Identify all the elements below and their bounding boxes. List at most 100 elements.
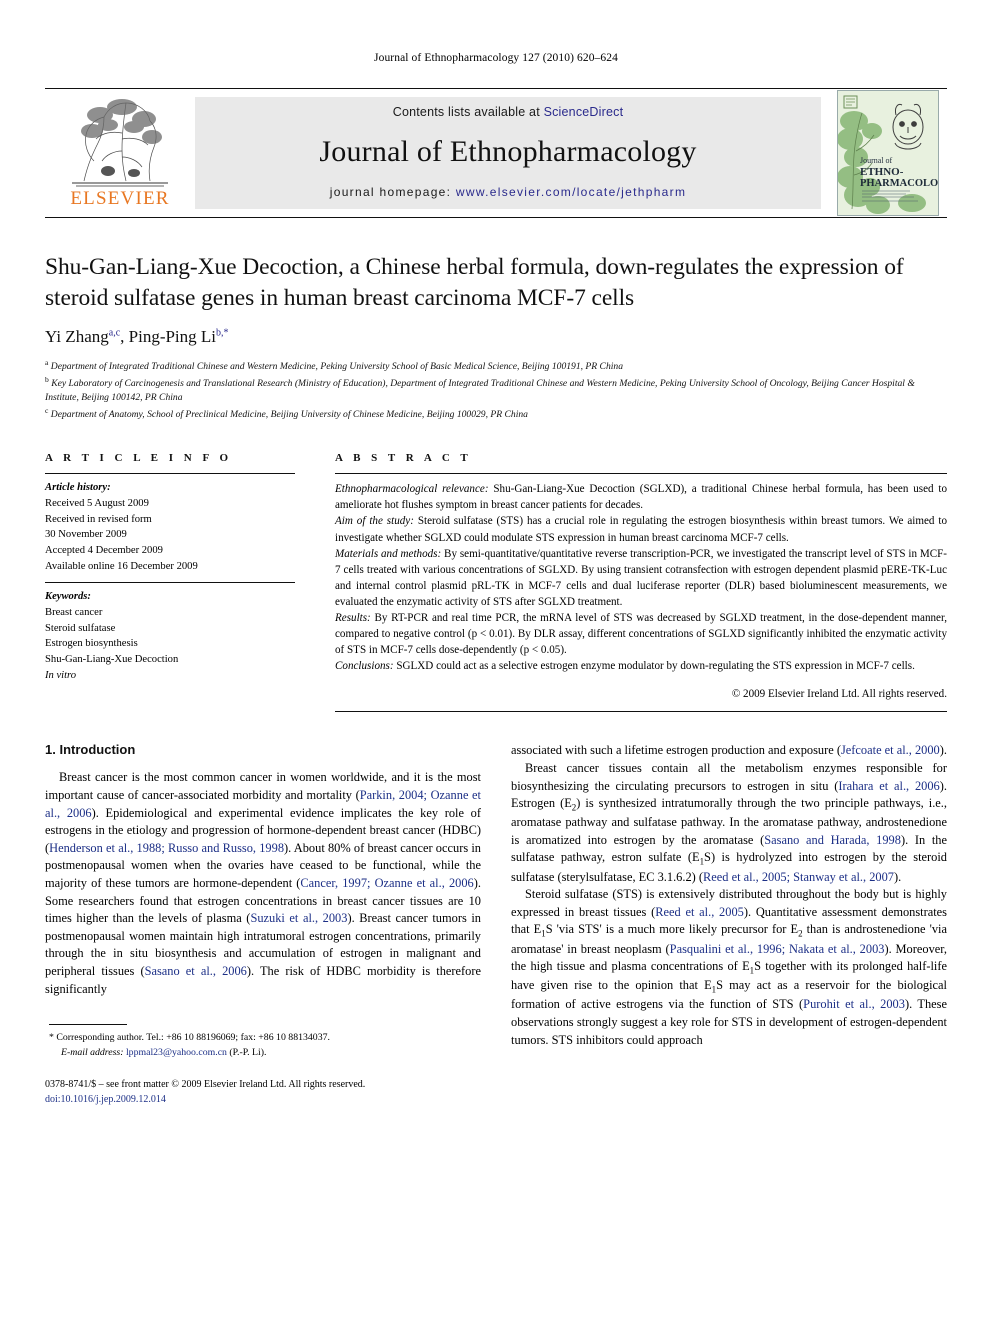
imprint-block: 0378-8741/$ – see front matter © 2009 El… [45, 1077, 481, 1107]
subscript: 2 [798, 928, 803, 939]
abstract-heading: A B S T R A C T [335, 452, 472, 465]
svg-text:PHARMACOLOGY: PHARMACOLOGY [860, 178, 938, 189]
citation-ref[interactable]: Suzuki et al., 2003 [250, 911, 347, 925]
abstract-copyright: © 2009 Elsevier Ireland Ltd. All rights … [731, 688, 947, 701]
journal-banner: Contents lists available at ScienceDirec… [195, 97, 821, 209]
author-separator: , [120, 327, 129, 347]
footnote-block: * Corresponding author. Tel.: +86 10 881… [45, 1031, 481, 1060]
author-0: Yi Zhanga,c [45, 327, 120, 346]
author-list: Yi Zhanga,c, Ping-Ping Lib,* [45, 327, 947, 347]
abstract-lead-3: Results: [335, 611, 371, 624]
affiliation-c: c Department of Anatomy, School of Precl… [45, 405, 947, 422]
article-history-label: Article history: [45, 482, 111, 494]
elsevier-wordmark: ELSEVIER [70, 188, 170, 209]
keyword-4: In vitro [45, 669, 77, 681]
subscript: 1 [541, 928, 546, 939]
email-link[interactable]: lppmal23@yahoo.com.cn [126, 1047, 227, 1058]
abstract-section-4: Conclusions: SGLXD could act as a select… [335, 658, 947, 674]
abstract-body: Ethnopharmacological relevance: Shu-Gan-… [335, 474, 947, 702]
keyword-0: Breast cancer [45, 606, 103, 618]
history-item-0: Received 5 August 2009 [45, 497, 149, 509]
citation-ref[interactable]: Reed et al., 2005; Stanway et al., 2007 [703, 870, 894, 884]
subscript: 1 [749, 965, 755, 976]
citation-ref[interactable]: Jefcoate et al., 2000 [841, 743, 940, 757]
keyword-2: Estrogen biosynthesis [45, 638, 138, 650]
citation-ref[interactable]: Reed et al., 2005 [655, 905, 744, 919]
author-0-marks: a,c [108, 327, 121, 339]
title-block: Shu-Gan-Liang-Xue Decoction, a Chinese h… [45, 252, 947, 422]
history-item-1: Received in revised form [45, 513, 152, 525]
author-1-name: Ping-Ping Li [128, 327, 217, 347]
citation-ref[interactable]: Purohit et al., 2003 [803, 997, 905, 1011]
journal-title: Journal of Ethnopharmacology [319, 135, 697, 168]
citation-ref[interactable]: Pasqualini et al., 1996; Nakata et al., … [670, 942, 885, 956]
article-info-heading: A R T I C L E I N F O [45, 452, 233, 465]
author-1-marks: b,* [216, 327, 229, 339]
citation-ref[interactable]: Sasano and Harada, 1998 [764, 833, 901, 847]
abstract-lead-4: Conclusions: [335, 660, 394, 673]
author-1: Ping-Ping Lib,* [129, 327, 229, 346]
author-0-name: Yi Zhang [45, 327, 109, 347]
homepage-label: journal homepage: [329, 185, 452, 199]
citation-ref[interactable]: Sasano et al., 2006 [145, 964, 247, 978]
abstract-lead-1: Aim of the study: [335, 515, 414, 528]
affiliation-a-mark: a [45, 358, 49, 368]
affiliation-list: a Department of Integrated Traditional C… [45, 357, 947, 422]
journal-cover-thumbnail: Journal of ETHNO- PHARMACOLOGY [837, 90, 939, 216]
article-history-group: Article history: Received 5 August 2009 … [45, 474, 295, 582]
svg-text:ETHNO-: ETHNO- [860, 166, 904, 178]
email-note: E-mail address: lppmal23@yahoo.com.cn (P… [49, 1046, 481, 1061]
paragraph-right-2: Steroid sulfatase (STS) is extensively d… [511, 887, 948, 1047]
abstract-section-0: Ethnopharmacological relevance: Shu-Gan-… [335, 481, 947, 513]
keyword-3: Shu-Gan-Liang-Xue Decoction [45, 654, 179, 665]
affiliation-c-text: Department of Anatomy, School of Preclin… [50, 409, 528, 421]
affiliation-b: b Key Laboratory of Carcinogenesis and T… [45, 374, 947, 405]
abstract-lead-2: Materials and methods: [335, 547, 442, 560]
abstract-rule-bottom [335, 711, 947, 713]
paper-page: Journal of Ethnopharmacology 127 (2010) … [0, 0, 992, 1323]
keywords-label: Keywords: [45, 591, 91, 603]
doi-link[interactable]: doi:10.1016/j.jep.2009.12.014 [45, 1092, 481, 1107]
email-suffix: (P.-P. Li). [226, 1046, 267, 1058]
paragraph-left-0: Breast cancer is the most common cancer … [45, 770, 481, 996]
contents-available-line: Contents lists available at ScienceDirec… [393, 105, 624, 119]
homepage-url-link[interactable]: www.elsevier.com/locate/jethpharm [456, 185, 686, 199]
citation-ref[interactable]: Henderson et al., 1988; Russo and Russo,… [49, 841, 284, 855]
subscript: 1 [711, 984, 717, 995]
abstract-section-3: Results: By RT-PCR and real time PCR, th… [335, 610, 947, 658]
contents-prefix: Contents lists available at [392, 105, 540, 119]
abstract-lead-0: Ethnopharmacological relevance: [335, 483, 489, 496]
paragraph-right-0: associated with such a lifetime estrogen… [511, 743, 947, 758]
body-right-column: associated with such a lifetime estrogen… [511, 742, 947, 1106]
affiliation-b-mark: b [45, 375, 49, 385]
abstract-section-1: Aim of the study: Steroid sulfatase (STS… [335, 513, 947, 545]
body-left-column: 1. Introduction Breast cancer is the mos… [45, 742, 481, 1106]
affiliation-a-text: Department of Integrated Traditional Chi… [50, 361, 624, 373]
history-item-4: Available online 16 December 2009 [45, 560, 198, 572]
history-item-2: 30 November 2009 [45, 529, 127, 541]
abstract-section-2: Materials and methods: By semi-quantitat… [335, 546, 947, 610]
keywords-group: Keywords: Breast cancer Steroid sulfatas… [45, 583, 295, 691]
citation-ref[interactable]: Cancer, 1997; Ozanne et al., 2006 [300, 876, 473, 890]
elsevier-logo: ELSEVIER [45, 89, 195, 217]
info-abstract-row: A R T I C L E I N F O Article history: R… [45, 452, 947, 713]
running-head: Journal of Ethnopharmacology 127 (2010) … [374, 52, 618, 64]
abstract-text-4: SGLXD could act as a selective estrogen … [393, 660, 915, 673]
journal-homepage-line: journal homepage: www.elsevier.com/locat… [330, 185, 686, 199]
abstract-column: A B S T R A C T Ethnopharmacological rel… [335, 452, 947, 713]
sciencedirect-link[interactable]: ScienceDirect [544, 105, 624, 119]
page-title: Shu-Gan-Liang-Xue Decoction, a Chinese h… [45, 254, 904, 311]
affiliation-a: a Department of Integrated Traditional C… [45, 357, 947, 374]
abstract-text-3: By RT-PCR and real time PCR, the mRNA le… [335, 611, 947, 657]
keyword-1: Steroid sulfatase [45, 622, 116, 634]
elsevier-tree-icon [72, 99, 168, 187]
article-info-column: A R T I C L E I N F O Article history: R… [45, 452, 335, 712]
email-label: E-mail address: [61, 1046, 124, 1058]
journal-cover-cell: Journal of ETHNO- PHARMACOLOGY [829, 89, 947, 217]
cover-artwork-icon: Journal of ETHNO- PHARMACOLOGY [838, 91, 938, 215]
subscript: 2 [571, 802, 577, 813]
citation-ref[interactable]: Parkin, 2004; Ozanne et al., 2006 [45, 788, 481, 820]
affiliation-b-text: Key Laboratory of Carcinogenesis and Tra… [45, 378, 915, 404]
paragraph-right-1: Breast cancer tissues contain all the me… [511, 760, 948, 884]
citation-ref[interactable]: Irahara et al., 2006 [838, 779, 939, 793]
